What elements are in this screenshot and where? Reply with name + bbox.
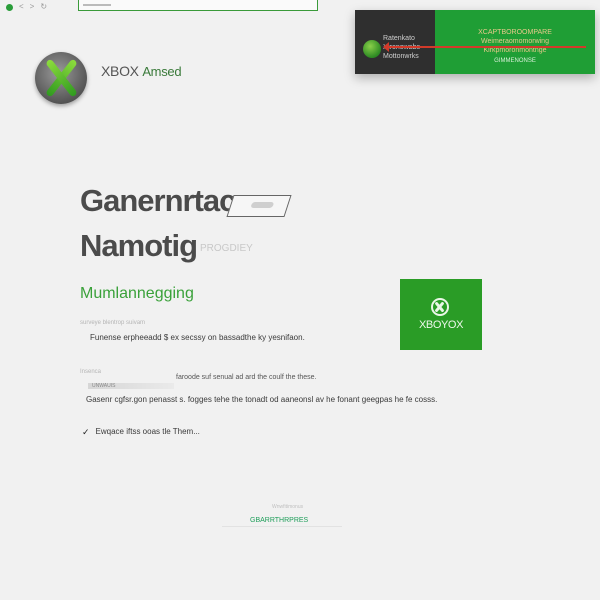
back-icon[interactable]: < [19, 3, 24, 11]
forward-icon[interactable]: > [30, 3, 35, 11]
banner-right-text: XCAPTBOROOMPARE Weimeraomomorwing Kirkpm… [478, 29, 552, 54]
checkmark-icon: ✓ [82, 427, 90, 437]
banner-dark-panel: Ratenkato Xtronowabs Mottonwrks [355, 10, 435, 74]
section-subtitle: Mumlannegging [80, 285, 194, 302]
title-ghost-text: PROGDIEY [200, 243, 253, 254]
body-line-1: Funense erpheeadd $ ex secssy on bassadt… [90, 333, 305, 342]
promo-banner[interactable]: Ratenkato Xtronowabs Mottonwrks XCAPTBOR… [355, 10, 595, 74]
tile-label: XBOYOX [418, 319, 464, 331]
faint-line-2: faroode suf senual ad ard the coulf the … [176, 374, 317, 381]
footer-divider [222, 526, 342, 527]
faint-label-2: Insenca [80, 369, 102, 375]
address-bar[interactable] [78, 0, 318, 11]
xbox-tile-button[interactable]: XBOYOX [400, 279, 482, 350]
brand-name: XBOX [101, 63, 139, 79]
page-title-line-1: Ganernrtac [80, 183, 236, 218]
title-badge-pill [250, 202, 275, 208]
xbox-sphere-logo-icon [35, 52, 87, 104]
body-line-2: Gasenr cgfsr.gon penasst s. fogges tehe … [86, 395, 438, 404]
footer-link[interactable]: GBARRTHRPRES [250, 517, 308, 524]
title-badge-box [226, 195, 292, 217]
xbox-logo-icon [431, 298, 449, 316]
checklist-item: ✓ Ewqace iftss ooas tle Them... [82, 427, 200, 438]
arrow-left-icon [383, 42, 586, 52]
page-title-line-2: Namotig [80, 228, 198, 263]
brand-title: XBOX Amsed [101, 63, 182, 79]
faint-label-1: surveye blentrop suivam [80, 320, 146, 326]
banner-green-panel: XCAPTBOROOMPARE Weimeraomomorwing Kirkpm… [435, 10, 595, 74]
browser-status-icon [6, 3, 13, 11]
xbox-x-icon [35, 52, 87, 104]
xbox-logo-small-icon [363, 40, 381, 58]
brand-suffix: Amsed [142, 64, 182, 79]
address-text-placeholder [83, 4, 111, 6]
reload-icon[interactable]: ↻ [40, 3, 47, 11]
progress-label: UNWAUIS [92, 383, 116, 389]
footer-faint-text: Wnwfitimonus [272, 504, 304, 510]
banner-subtext: GIMMENONSE [494, 58, 536, 64]
checklist-text: Ewqace iftss ooas tle Them... [95, 427, 200, 436]
